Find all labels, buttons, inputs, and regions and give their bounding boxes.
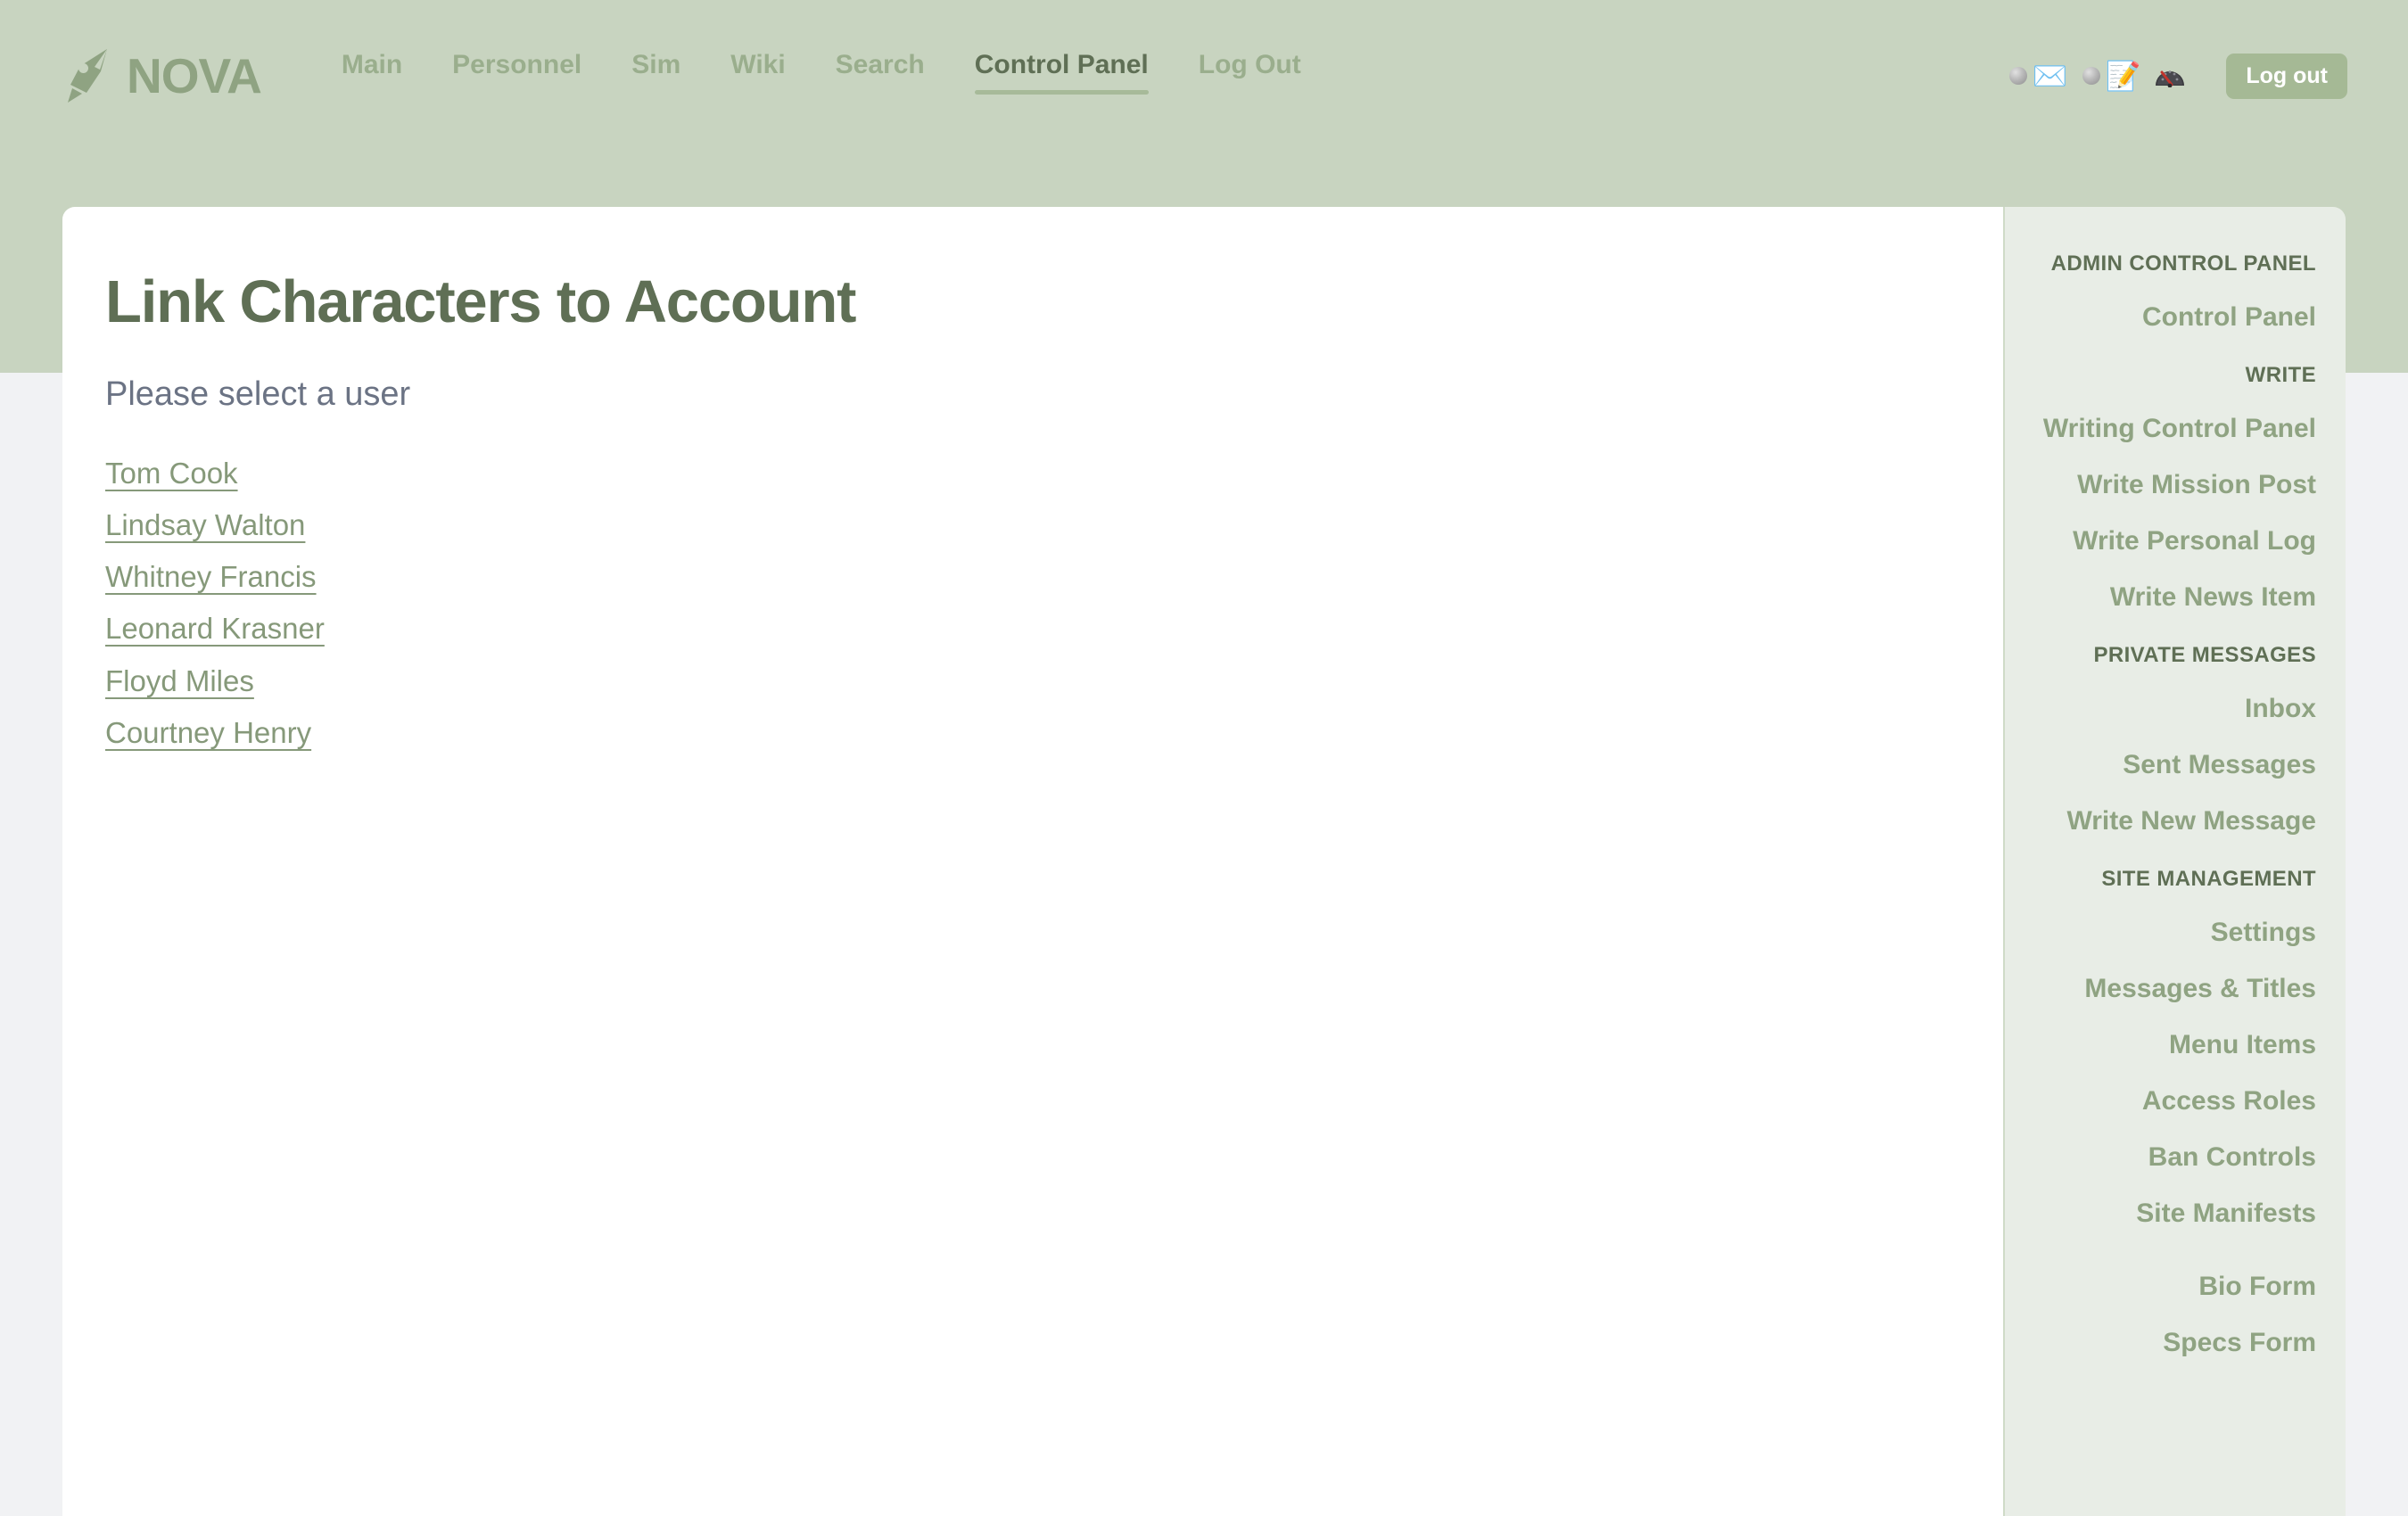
list-item: Floyd Miles bbox=[105, 659, 2003, 704]
nav-item-main[interactable]: Main bbox=[317, 41, 427, 111]
sidebar-item-menu-items[interactable]: Menu Items bbox=[2021, 1032, 2316, 1059]
list-item: Leonard Krasner bbox=[105, 606, 2003, 651]
top-navigation-bar: NOVA Main Personnel Sim Wiki Search Cont… bbox=[0, 0, 2408, 152]
sidebar-item-ban-controls[interactable]: Ban Controls bbox=[2021, 1144, 2316, 1171]
nav-item-control-panel[interactable]: Control Panel bbox=[950, 41, 1174, 111]
nav-item-wiki[interactable]: Wiki bbox=[705, 41, 810, 111]
sidebar-item-write-mission-post[interactable]: Write Mission Post bbox=[2021, 472, 2316, 498]
sidebar-item-inbox[interactable]: Inbox bbox=[2021, 696, 2316, 722]
envelope-icon: ✉️ bbox=[2032, 60, 2068, 92]
list-item: Courtney Henry bbox=[105, 711, 2003, 755]
user-link-whitney-francis[interactable]: Whitney Francis bbox=[105, 555, 317, 599]
brand-name: NOVA bbox=[127, 47, 262, 103]
sidebar-heading-write: WRITE bbox=[2245, 363, 2316, 387]
speedometer-link[interactable] bbox=[2155, 64, 2185, 87]
sidebar-item-write-personal-log[interactable]: Write Personal Log bbox=[2021, 528, 2316, 555]
page-subtitle: Please select a user bbox=[105, 375, 411, 414]
sidebar-group-write: WRITE Writing Control Panel Write Missio… bbox=[2021, 365, 2316, 611]
user-link-leonard-krasner[interactable]: Leonard Krasner bbox=[105, 606, 325, 651]
list-item: Whitney Francis bbox=[105, 555, 2003, 599]
primary-nav: Main Personnel Sim Wiki Search Control P… bbox=[317, 41, 1326, 111]
admin-sidebar: ADMIN CONTROL PANEL Control Panel WRITE … bbox=[2003, 207, 2346, 1516]
sidebar-item-access-roles[interactable]: Access Roles bbox=[2021, 1088, 2316, 1115]
sidebar-item-write-news-item[interactable]: Write News Item bbox=[2021, 584, 2316, 611]
user-link-lindsay-walton[interactable]: Lindsay Walton bbox=[105, 503, 305, 548]
sidebar-heading-admin-control-panel: ADMIN CONTROL PANEL bbox=[2050, 251, 2316, 276]
content-card: Link Characters to Account Please select… bbox=[62, 207, 2003, 1516]
page-title: Link Characters to Account bbox=[105, 268, 856, 335]
sidebar-item-control-panel[interactable]: Control Panel bbox=[2021, 304, 2316, 331]
logout-button[interactable]: Log out bbox=[2226, 53, 2347, 99]
sidebar-group-private-messages: PRIVATE MESSAGES Inbox Sent Messages Wri… bbox=[2021, 645, 2316, 835]
nav-item-personnel[interactable]: Personnel bbox=[427, 41, 606, 111]
nav-item-log-out[interactable]: Log Out bbox=[1174, 41, 1326, 111]
sidebar-item-site-manifests[interactable]: Site Manifests bbox=[2021, 1200, 2316, 1227]
sidebar-heading-private-messages: PRIVATE MESSAGES bbox=[2093, 643, 2316, 667]
status-dot-icon bbox=[2082, 67, 2100, 85]
user-link-floyd-miles[interactable]: Floyd Miles bbox=[105, 659, 254, 704]
status-dot-icon bbox=[2008, 67, 2027, 85]
nav-item-search[interactable]: Search bbox=[811, 41, 950, 111]
sidebar-item-writing-control-panel[interactable]: Writing Control Panel bbox=[2021, 416, 2316, 442]
sidebar-item-messages-and-titles[interactable]: Messages & Titles bbox=[2021, 976, 2316, 1002]
sidebar-item-bio-form[interactable]: Bio Form bbox=[2021, 1273, 2316, 1300]
header-actions: ✉️ 📝 Log out bbox=[2008, 53, 2347, 99]
list-item: Lindsay Walton bbox=[105, 503, 2003, 548]
sidebar-item-settings[interactable]: Settings bbox=[2021, 919, 2316, 946]
user-link-tom-cook[interactable]: Tom Cook bbox=[105, 451, 238, 496]
sidebar-group-site-management: SITE MANAGEMENT Settings Messages & Titl… bbox=[2021, 869, 2316, 1227]
sidebar-group-forms: Bio Form Specs Form bbox=[2021, 1273, 2316, 1356]
user-list: Tom Cook Lindsay Walton Whitney Francis … bbox=[105, 451, 2003, 755]
user-link-courtney-henry[interactable]: Courtney Henry bbox=[105, 711, 311, 755]
sidebar-group-admin-control-panel: ADMIN CONTROL PANEL Control Panel bbox=[2021, 253, 2316, 331]
posts-notification[interactable]: 📝 bbox=[2082, 60, 2141, 92]
sidebar-item-sent-messages[interactable]: Sent Messages bbox=[2021, 752, 2316, 779]
sidebar-item-write-new-message[interactable]: Write New Message bbox=[2021, 808, 2316, 835]
nav-item-sim[interactable]: Sim bbox=[606, 41, 705, 111]
pen-nib-icon bbox=[68, 49, 107, 103]
sidebar-item-specs-form[interactable]: Specs Form bbox=[2021, 1330, 2316, 1356]
list-item: Tom Cook bbox=[105, 451, 2003, 496]
messages-notification[interactable]: ✉️ bbox=[2008, 60, 2068, 92]
speedometer-icon bbox=[2156, 70, 2185, 87]
notepad-pencil-icon: 📝 bbox=[2105, 60, 2141, 92]
brand-logo[interactable]: NOVA bbox=[61, 47, 262, 103]
sidebar-heading-site-management: SITE MANAGEMENT bbox=[2101, 867, 2316, 891]
